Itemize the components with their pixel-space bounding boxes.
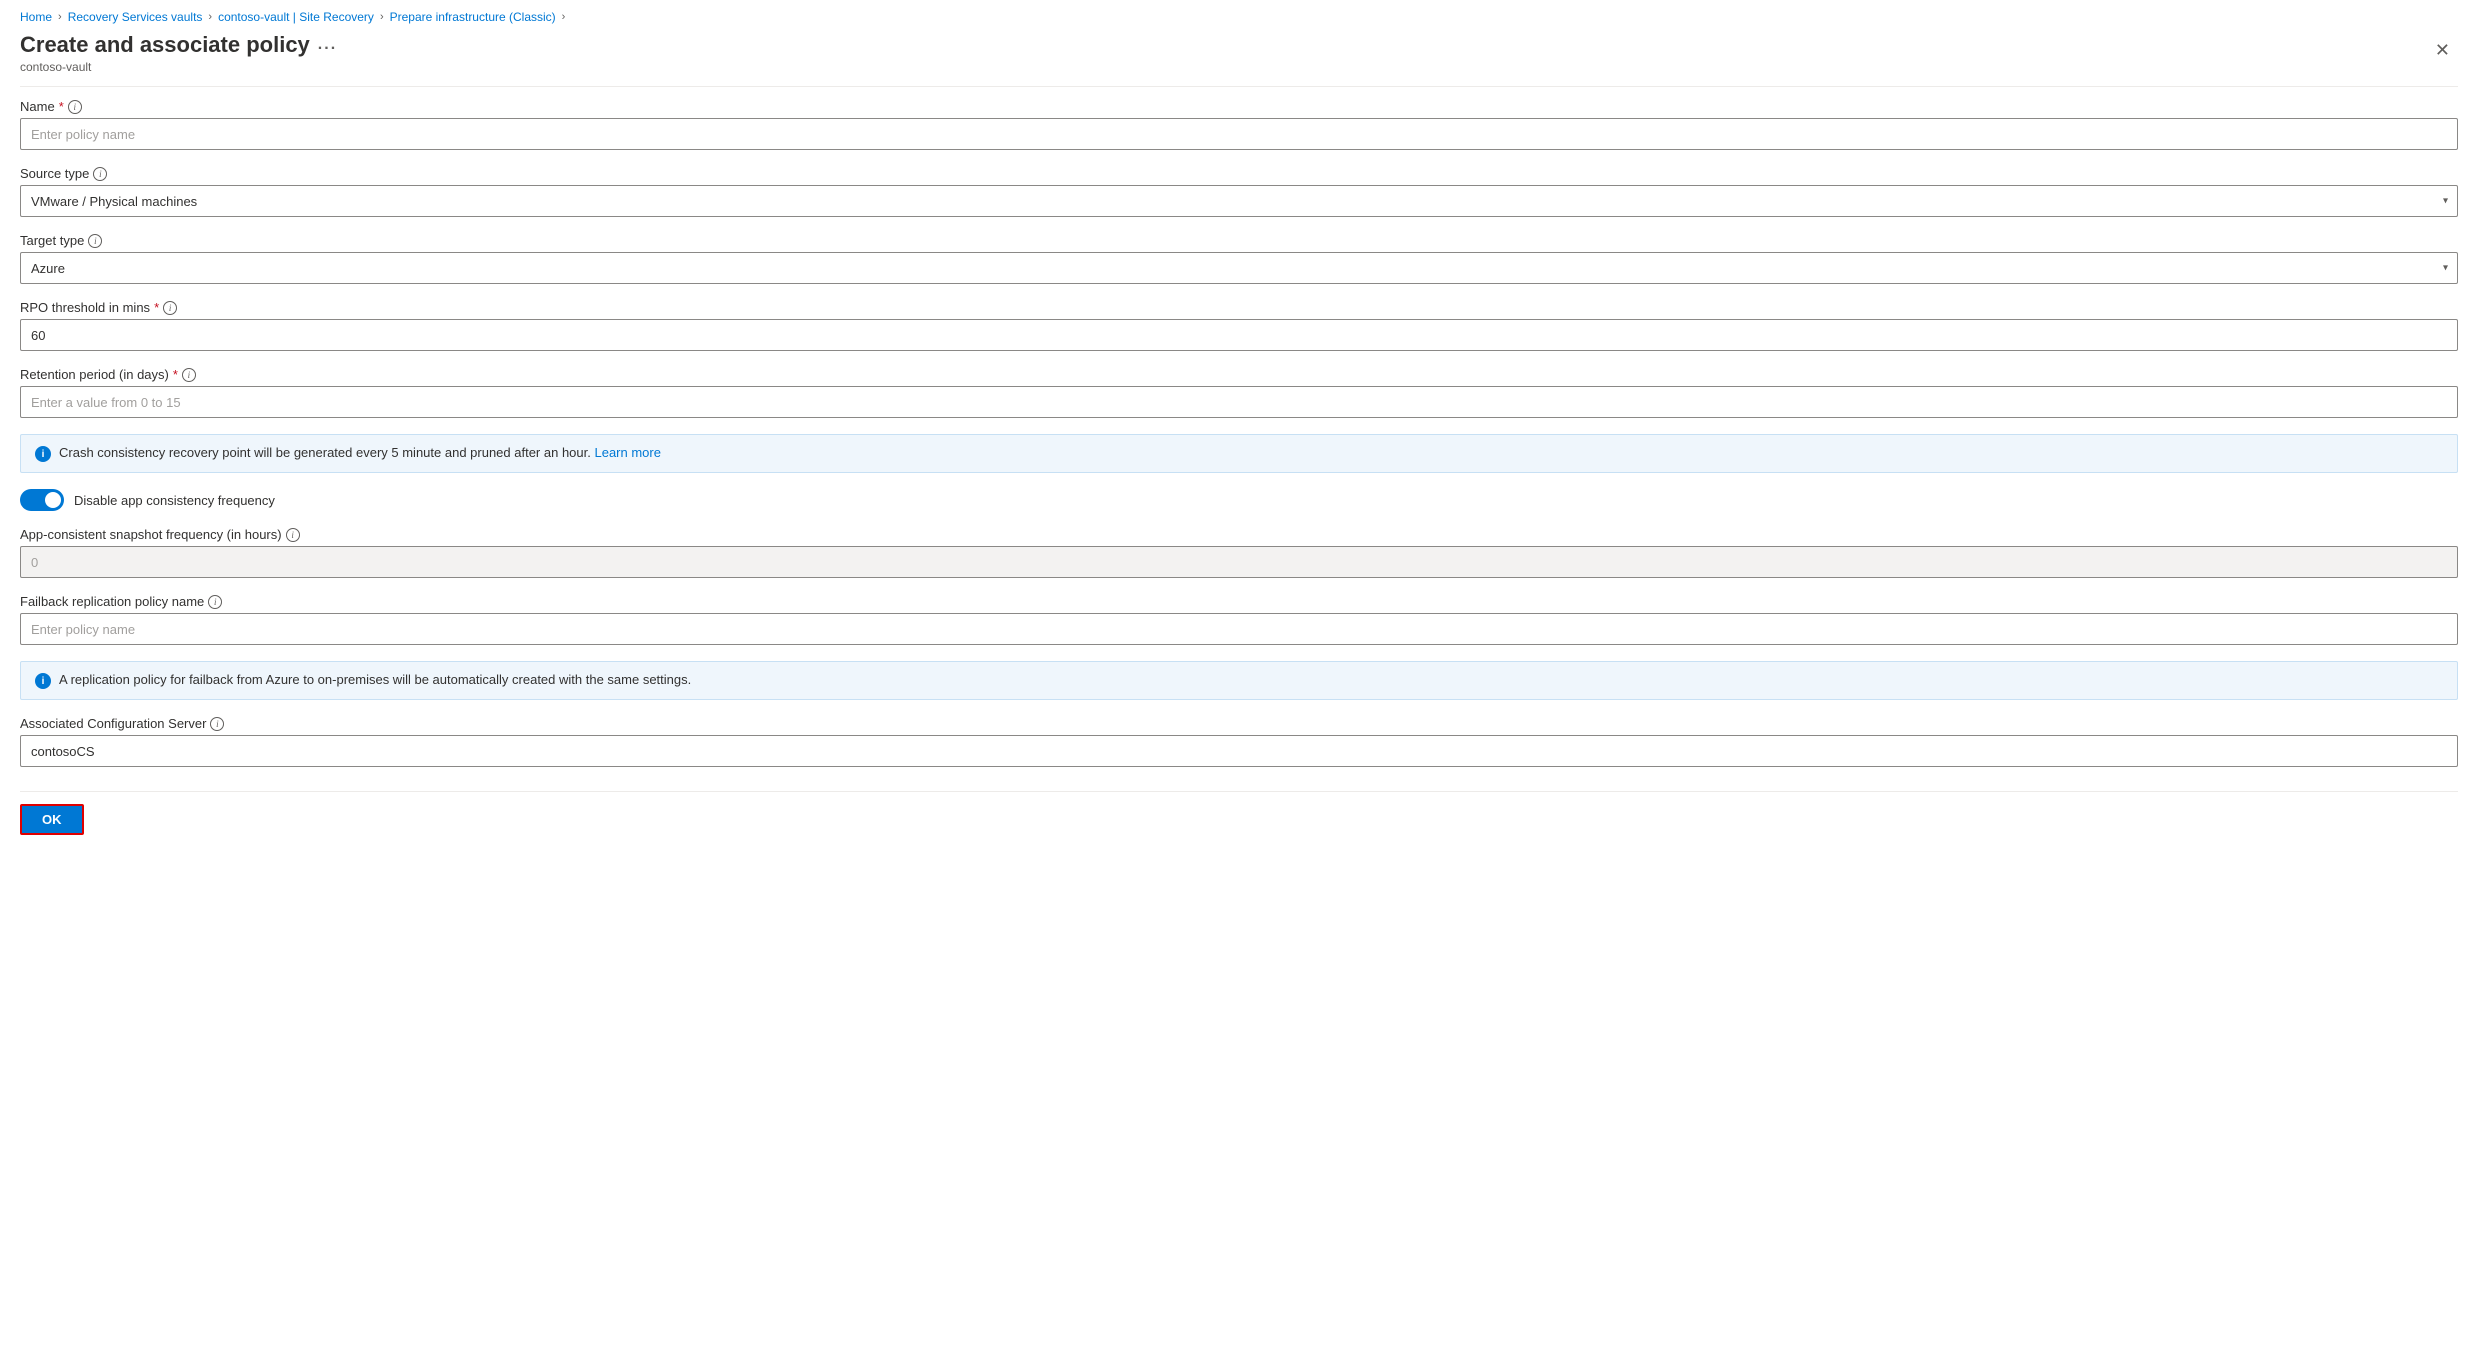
name-label: Name * i [20,99,2458,114]
config-server-info-icon: i [210,717,224,731]
target-type-field: Target type i Azure ▾ [20,233,2458,284]
page-title-row: Create and associate policy ... [20,32,337,58]
breadcrumb-vaults[interactable]: Recovery Services vaults [68,10,203,24]
ok-button[interactable]: OK [20,804,84,835]
crash-info-text: Crash consistency recovery point will be… [59,445,661,460]
retention-label: Retention period (in days) * i [20,367,2458,382]
footer-actions: OK [20,791,2458,835]
failback-info-icon-circle: i [35,673,51,689]
target-type-info-icon: i [88,234,102,248]
source-type-field: Source type i VMware / Physical machines… [20,166,2458,217]
breadcrumb-home[interactable]: Home [20,10,52,24]
breadcrumb-sep-2: › [208,11,212,23]
rpo-info-icon: i [163,301,177,315]
close-button[interactable]: ✕ [2427,36,2458,65]
header-divider [20,86,2458,87]
breadcrumb-sep-4: › [562,11,566,23]
policy-form: Name * i Source type i VMware / Physical… [20,99,2458,767]
crash-info-icon: i [35,446,51,462]
breadcrumb-sep-1: › [58,11,62,23]
breadcrumb: Home › Recovery Services vaults › contos… [0,0,2478,32]
page-header: Create and associate policy ... contoso-… [20,32,2458,74]
snapshot-info-icon: i [286,528,300,542]
failback-label: Failback replication policy name i [20,594,2458,609]
name-required-star: * [59,99,64,114]
failback-input[interactable] [20,613,2458,645]
snapshot-field: App-consistent snapshot frequency (in ho… [20,527,2458,578]
source-type-select-wrapper: VMware / Physical machines ▾ [20,185,2458,217]
source-type-label: Source type i [20,166,2458,181]
source-type-select[interactable]: VMware / Physical machines [20,185,2458,217]
source-type-info-icon: i [93,167,107,181]
retention-input[interactable] [20,386,2458,418]
more-options-icon[interactable]: ... [318,36,337,54]
target-type-select[interactable]: Azure [20,252,2458,284]
failback-info-banner: i A replication policy for failback from… [20,661,2458,700]
page-subtitle: contoso-vault [20,60,337,74]
rpo-required-star: * [154,300,159,315]
retention-info-icon: i [182,368,196,382]
toggle-label-text: Disable app consistency frequency [74,493,275,508]
name-input[interactable] [20,118,2458,150]
retention-field: Retention period (in days) * i [20,367,2458,418]
page-title-text: Create and associate policy [20,32,310,58]
name-info-icon: i [68,100,82,114]
breadcrumb-sep-3: › [380,11,384,23]
snapshot-label: App-consistent snapshot frequency (in ho… [20,527,2458,542]
failback-info-icon: i [208,595,222,609]
toggle-row: Disable app consistency frequency [20,489,2458,511]
crash-consistency-banner: i Crash consistency recovery point will … [20,434,2458,473]
config-server-field: Associated Configuration Server i contos… [20,716,2458,767]
breadcrumb-prepare[interactable]: Prepare infrastructure (Classic) [390,10,556,24]
failback-field: Failback replication policy name i [20,594,2458,645]
failback-info-text: A replication policy for failback from A… [59,672,691,687]
name-field: Name * i [20,99,2458,150]
breadcrumb-vault[interactable]: contoso-vault | Site Recovery [218,10,374,24]
rpo-label: RPO threshold in mins * i [20,300,2458,315]
toggle-thumb [45,492,61,508]
config-server-input[interactable]: contosoCS [20,735,2458,767]
rpo-input[interactable]: 60 [20,319,2458,351]
target-type-select-wrapper: Azure ▾ [20,252,2458,284]
target-type-label: Target type i [20,233,2458,248]
snapshot-input: 0 [20,546,2458,578]
learn-more-link[interactable]: Learn more [594,445,660,460]
retention-required-star: * [173,367,178,382]
rpo-field: RPO threshold in mins * i 60 [20,300,2458,351]
config-server-label: Associated Configuration Server i [20,716,2458,731]
app-consistency-toggle[interactable] [20,489,64,511]
